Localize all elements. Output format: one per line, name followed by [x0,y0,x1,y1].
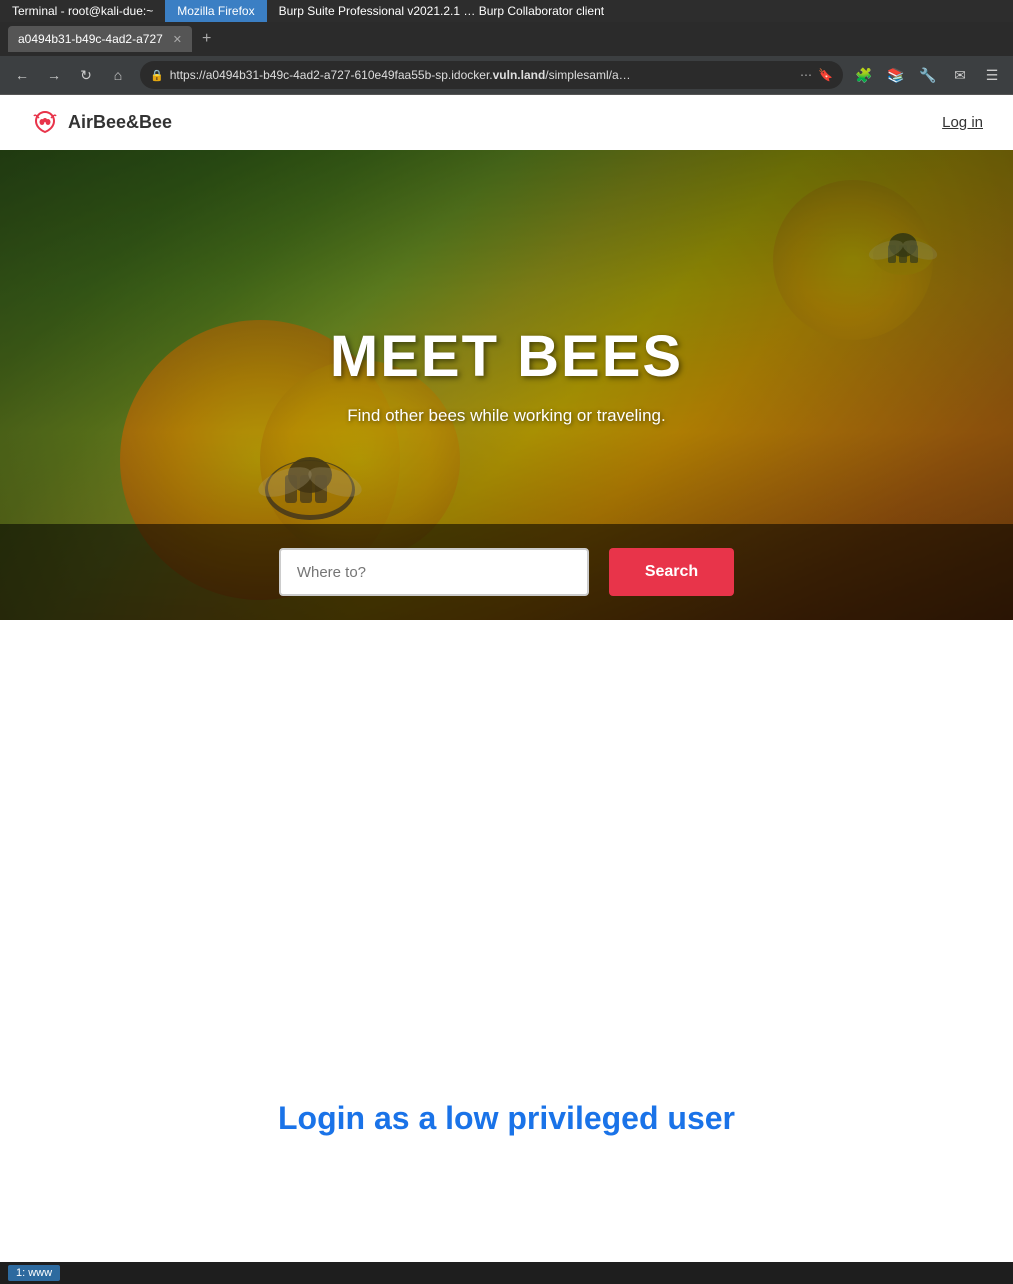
search-bar-section: Search [0,524,1013,620]
taskbar-terminal[interactable]: Terminal - root@kali-due:~ [0,0,165,22]
nav-right-icons: 🧩 📚 🔧 ✉ ☰ [851,62,1005,88]
url-text: https://a0494b31-b49c-4ad2-a727-610e49fa… [170,68,794,82]
browser-tab-active[interactable]: a0494b31-b49c-4ad2-a727 ✕ [8,26,192,52]
hero-title: MEET BEES [330,323,683,390]
bottom-section: Login as a low privileged user [0,1060,1013,1177]
site-header: AirBee&Bee Log in [0,95,1013,150]
forward-button[interactable]: → [40,61,68,89]
address-bar[interactable]: 🔒 https://a0494b31-b49c-4ad2-a727-610e49… [140,61,843,89]
status-bar: 1: www [0,1262,1013,1284]
taskbar: Terminal - root@kali-due:~ Mozilla Firef… [0,0,1013,22]
bee-logo-icon [30,108,60,138]
logo-area: AirBee&Bee [30,108,172,138]
reload-button[interactable]: ↻ [72,61,100,89]
tab-close-button[interactable]: ✕ [173,33,182,46]
back-button[interactable]: ← [8,61,36,89]
tab-bar: a0494b31-b49c-4ad2-a727 ✕ + [0,22,1013,56]
security-icon: 🔒 [150,69,164,82]
reader-icon[interactable]: ⋯ [800,68,812,82]
new-tab-button[interactable]: + [196,30,217,48]
bookmarks-icon[interactable]: 📚 [883,62,909,88]
search-button[interactable]: Search [609,548,734,596]
menu-icon[interactable]: ☰ [979,62,1005,88]
hero-subtitle: Find other bees while working or traveli… [330,406,683,426]
browser-chrome: a0494b31-b49c-4ad2-a727 ✕ + ← → ↻ ⌂ 🔒 ht… [0,22,1013,95]
nav-bar: ← → ↻ ⌂ 🔒 https://a0494b31-b49c-4ad2-a72… [0,56,1013,94]
low-priv-heading: Login as a low privileged user [0,1100,1013,1137]
home-button[interactable]: ⌂ [104,61,132,89]
login-link[interactable]: Log in [942,114,983,131]
taskbar-burp[interactable]: Burp Suite Professional v2021.2.1 … Burp… [267,0,617,22]
status-item-www: 1: www [8,1265,60,1281]
taskbar-firefox[interactable]: Mozilla Firefox [165,0,266,22]
bookmark-icon[interactable]: 🔖 [818,68,833,82]
extensions-icon[interactable]: 🧩 [851,62,877,88]
tab-title: a0494b31-b49c-4ad2-a727 [18,32,163,46]
website-content: AirBee&Bee Log in [0,95,1013,1177]
mail-icon[interactable]: ✉ [947,62,973,88]
tools-icon[interactable]: 🔧 [915,62,941,88]
logo-text: AirBee&Bee [68,112,172,133]
hero-section: MEET BEES Find other bees while working … [0,150,1013,620]
hero-content: MEET BEES Find other bees while working … [330,323,683,426]
where-to-input[interactable] [279,548,589,596]
white-content-section [0,620,1013,1060]
